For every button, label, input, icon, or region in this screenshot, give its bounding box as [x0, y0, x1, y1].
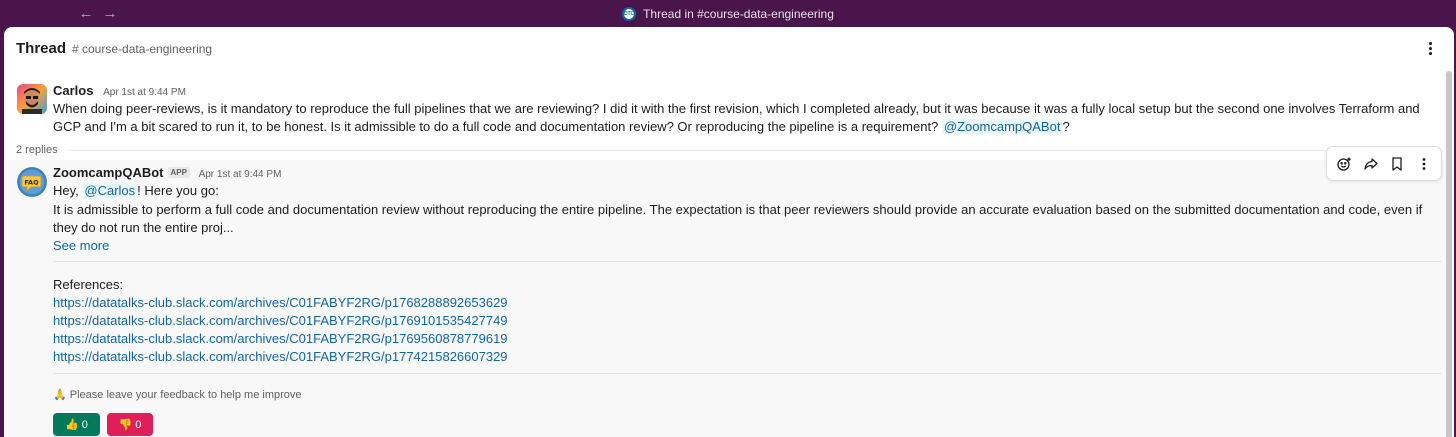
message-text: When doing peer-reviews, is it mandatory… [53, 101, 1420, 134]
vertical-ellipsis-icon[interactable] [1420, 38, 1440, 58]
reference-link[interactable]: https://datatalks-club.slack.com/archive… [53, 295, 508, 310]
references-label: References: [53, 277, 124, 292]
workspace-icon: DTC [622, 7, 637, 21]
author-name[interactable]: Carlos [53, 83, 93, 98]
window-title: DTC Thread in #course-data-engineering [0, 0, 1456, 28]
bookmark-icon[interactable] [1386, 153, 1408, 175]
more-actions-icon[interactable] [1413, 153, 1435, 175]
bot-avatar-text: FAQ [24, 179, 39, 187]
bot-name[interactable]: ZoomcampQABot [53, 165, 164, 180]
pray-icon: 🙏 [53, 389, 67, 401]
feedback-divider [53, 373, 1441, 374]
thumbs-up-icon: 👍 [65, 419, 79, 431]
scrollbar[interactable] [1444, 71, 1454, 437]
bot-timestamp[interactable]: Apr 1st at 9:44 PM [199, 169, 282, 180]
bot-answer: It is admissible to perform a full code … [53, 202, 1423, 235]
bot-author[interactable]: ZoomcampQABot APP Apr 1st at 9:44 PM [53, 165, 281, 180]
thumbs-up-count: 0 [81, 418, 88, 431]
references-divider [53, 261, 1441, 262]
avatar[interactable] [17, 84, 47, 114]
message-trailing: ? [1062, 119, 1070, 134]
thread-header: Thread # course-data-engineering [4, 27, 1454, 71]
message-body: When doing peer-reviews, is it mandatory… [53, 100, 1438, 136]
replies-divider [70, 150, 1440, 151]
reference-link[interactable]: https://datatalks-club.slack.com/archive… [53, 331, 508, 346]
add-reaction-icon[interactable] [1333, 153, 1355, 175]
page-title: Thread [16, 40, 67, 57]
thumbs-up-button[interactable]: 👍 0 [53, 413, 100, 436]
window-title-text: Thread in #course-data-engineering [643, 7, 834, 21]
channel-link[interactable]: # course-data-engineering [72, 42, 212, 56]
thumbs-down-button[interactable]: 👎 0 [107, 413, 153, 436]
message-timestamp[interactable]: Apr 1st at 9:44 PM [103, 87, 186, 98]
user-mention[interactable]: @Carlos [82, 183, 138, 198]
feedback-text: Please leave your feedback to help me im… [69, 389, 302, 401]
replies-count: 2 replies [16, 144, 58, 156]
reference-link[interactable]: https://datatalks-club.slack.com/archive… [53, 349, 508, 364]
app-badge: APP [167, 167, 190, 178]
message-actions-toolbar [1326, 146, 1442, 181]
see-more-link[interactable]: See more [53, 238, 109, 253]
bot-greeting: Hey, @Carlos! Here you go: [53, 182, 1438, 200]
thread-panel: Thread # course-data-engineering Carlos … [4, 27, 1454, 437]
scrollbar-thumb[interactable] [1446, 71, 1452, 437]
share-icon[interactable] [1360, 153, 1382, 175]
bot-mention[interactable]: @ZoomcampQABot [941, 119, 1063, 134]
window-titlebar: ← → DTC Thread in #course-data-engineeri… [0, 0, 1456, 28]
message-author[interactable]: Carlos Apr 1st at 9:44 PM [53, 83, 186, 98]
reference-link[interactable]: https://datatalks-club.slack.com/archive… [53, 313, 508, 328]
thumbs-down-icon: 👎 [118, 419, 133, 431]
greeting-suffix: ! Here you go: [137, 183, 219, 198]
thumbs-down-count: 0 [135, 418, 142, 431]
bot-avatar[interactable]: FAQ [17, 167, 47, 197]
greeting-prefix: Hey, [53, 183, 83, 198]
feedback-prompt: 🙏 Please leave your feedback to help me … [53, 388, 302, 401]
